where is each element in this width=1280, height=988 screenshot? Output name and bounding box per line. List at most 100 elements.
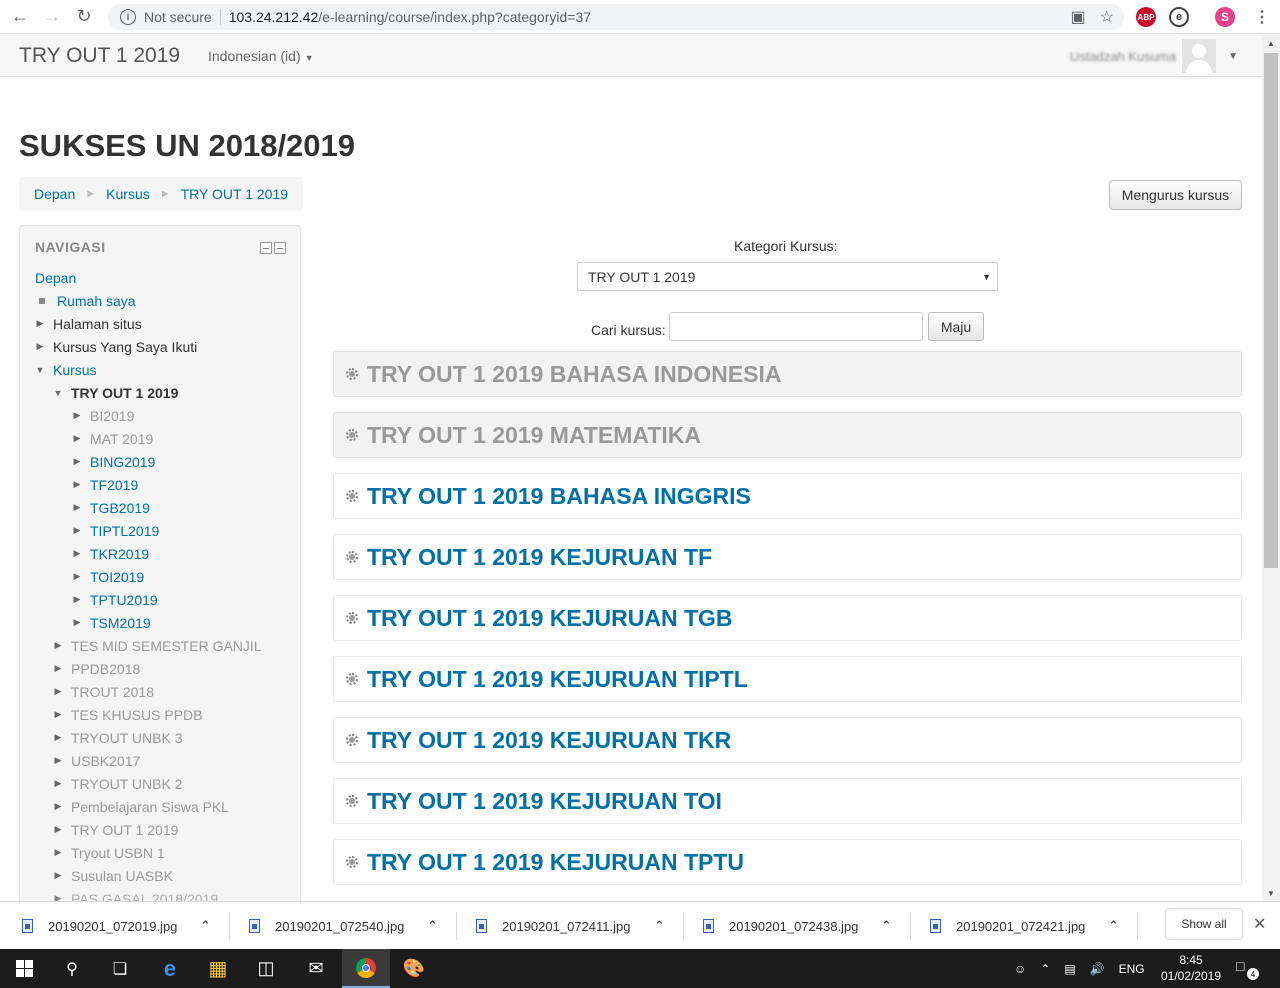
expand-arrow-icon[interactable]: ▶ xyxy=(35,318,45,329)
file-explorer-icon[interactable]: ▦ xyxy=(194,949,242,988)
expand-arrow-icon[interactable]: ▶ xyxy=(53,847,63,858)
chrome-taskbar-button[interactable] xyxy=(342,949,390,988)
expand-arrow-icon[interactable]: ▶ xyxy=(53,801,63,812)
course-search-input[interactable] xyxy=(669,312,923,341)
course-expand-icon[interactable] xyxy=(344,610,360,626)
action-center-icon[interactable]: □ 4 xyxy=(1236,958,1259,980)
expand-arrow-icon[interactable]: ▶ xyxy=(72,502,82,513)
nav-item[interactable]: ▶ BI2019 xyxy=(20,404,300,427)
breadcrumb-category[interactable]: TRY OUT 1 2019 xyxy=(181,186,288,202)
download-item[interactable]: 20190201_072421.jpg xyxy=(930,902,1085,950)
manage-courses-button[interactable]: Mengurus kursus xyxy=(1109,180,1242,210)
nav-item[interactable]: ▶ Pembelajaran Siswa PKL xyxy=(20,795,300,818)
expand-arrow-icon[interactable]: ▶ xyxy=(53,686,63,697)
close-downloads-icon[interactable]: ✕ xyxy=(1253,914,1266,934)
page-scrollbar[interactable]: ▲ ▼ xyxy=(1262,35,1280,901)
nav-item[interactable]: ▼ Kursus xyxy=(20,358,300,381)
download-item[interactable]: 20190201_072019.jpg xyxy=(22,902,177,950)
nav-item[interactable]: ▶ TRYOUT UNBK 2 xyxy=(20,772,300,795)
info-icon[interactable]: i xyxy=(120,9,136,25)
taskbar-clock[interactable]: 8:45 01/02/2019 xyxy=(1160,952,1222,984)
expand-arrow-icon[interactable]: ▶ xyxy=(53,732,63,743)
expand-arrow-icon[interactable]: ▶ xyxy=(72,548,82,559)
download-options-chevron-icon[interactable]: ⌃ xyxy=(881,902,892,950)
course-expand-icon[interactable] xyxy=(344,793,360,809)
edge-browser-icon[interactable]: e xyxy=(146,949,194,988)
nav-item[interactable]: ▶ TROUT 2018 xyxy=(20,680,300,703)
course-expand-icon[interactable] xyxy=(344,488,360,504)
volume-icon[interactable]: 🔊 xyxy=(1090,962,1105,976)
nav-item[interactable]: ▶ MAT 2019 xyxy=(20,427,300,450)
expand-arrow-icon[interactable]: ▶ xyxy=(53,755,63,766)
expand-arrow-icon[interactable]: ▶ xyxy=(53,824,63,835)
task-view-icon[interactable]: ❏ xyxy=(96,949,144,988)
course-expand-icon[interactable] xyxy=(344,671,360,687)
user-avatar[interactable] xyxy=(1182,39,1217,73)
expand-arrow-icon[interactable]: ▶ xyxy=(72,479,82,490)
download-options-chevron-icon[interactable]: ⌃ xyxy=(200,902,211,950)
dock-block-icon[interactable] xyxy=(274,242,286,254)
course-expand-icon[interactable] xyxy=(344,366,360,382)
input-language[interactable]: ENG xyxy=(1119,962,1145,976)
download-options-chevron-icon[interactable]: ⌃ xyxy=(654,902,665,950)
nav-item[interactable]: ▶ TIPTL2019 xyxy=(20,519,300,542)
show-all-downloads-button[interactable]: Show all xyxy=(1165,908,1243,940)
expand-arrow-icon[interactable]: ▶ xyxy=(72,617,82,628)
breadcrumb-home[interactable]: Depan xyxy=(34,186,75,202)
course-title-link[interactable]: TRY OUT 1 2019 BAHASA INGGRIS xyxy=(367,483,751,510)
expand-arrow-icon[interactable]: ▶ xyxy=(72,456,82,467)
scroll-thumb[interactable] xyxy=(1264,53,1278,568)
course-expand-icon[interactable] xyxy=(344,854,360,870)
browser-menu-icon[interactable]: ⋮ xyxy=(1252,7,1272,27)
download-item[interactable]: 20190201_072540.jpg xyxy=(249,902,404,950)
expand-arrow-icon[interactable]: ▶ xyxy=(53,663,63,674)
nav-item[interactable]: Depan xyxy=(20,266,300,289)
expand-arrow-icon[interactable]: ▶ xyxy=(53,640,63,651)
people-icon[interactable]: ☺ xyxy=(1014,962,1026,976)
translate-icon[interactable]: ▣ xyxy=(1071,7,1086,27)
nav-item[interactable]: ▶ TF2019 xyxy=(20,473,300,496)
expand-arrow-icon[interactable]: ▶ xyxy=(53,709,63,720)
nav-item[interactable]: ▶ TPTU2019 xyxy=(20,588,300,611)
course-expand-icon[interactable] xyxy=(344,427,360,443)
language-menu[interactable]: Indonesian (id) ▼ xyxy=(208,48,314,64)
nav-item[interactable]: ▶ TRY OUT 1 2019 xyxy=(20,818,300,841)
expand-arrow-icon[interactable]: ▶ xyxy=(53,778,63,789)
nav-item[interactable]: ▶ TSM2019 xyxy=(20,611,300,634)
address-bar[interactable]: i Not secure 103.24.212.42/e-learning/co… xyxy=(108,4,1124,30)
breadcrumb-courses[interactable]: Kursus xyxy=(106,186,150,202)
bookmark-star-icon[interactable]: ☆ xyxy=(1100,7,1114,27)
nav-item[interactable]: ▼ TRY OUT 1 2019 xyxy=(20,381,300,404)
scroll-down-icon[interactable]: ▼ xyxy=(1262,885,1280,901)
search-icon[interactable]: ⚲ xyxy=(48,949,96,988)
download-options-chevron-icon[interactable]: ⌃ xyxy=(427,902,438,950)
nav-item[interactable]: ▶ TES KHUSUS PPDB xyxy=(20,703,300,726)
course-title-link[interactable]: TRY OUT 1 2019 BAHASA INDONESIA xyxy=(367,361,782,388)
download-item[interactable]: 20190201_072438.jpg xyxy=(703,902,858,950)
nav-item[interactable]: ▶ PPDB2018 xyxy=(20,657,300,680)
course-title-link[interactable]: TRY OUT 1 2019 KEJURUAN TKR xyxy=(367,727,731,754)
search-go-button[interactable]: Maju xyxy=(928,312,984,341)
expand-arrow-icon[interactable]: ▶ xyxy=(72,571,82,582)
store-icon[interactable]: ◫ xyxy=(242,949,290,988)
course-title-link[interactable]: TRY OUT 1 2019 KEJURUAN TPTU xyxy=(367,849,744,876)
forward-icon[interactable]: → xyxy=(36,0,68,34)
download-options-chevron-icon[interactable]: ⌃ xyxy=(1108,902,1119,950)
reload-icon[interactable]: ↻ xyxy=(68,0,100,34)
course-expand-icon[interactable] xyxy=(344,549,360,565)
show-hidden-icons-icon[interactable]: ⌃ xyxy=(1040,962,1050,976)
course-title-link[interactable]: TRY OUT 1 2019 KEJURUAN TF xyxy=(367,544,712,571)
nav-item[interactable]: ▶ TKR2019 xyxy=(20,542,300,565)
nav-item[interactable]: ▶ TOI2019 xyxy=(20,565,300,588)
nav-item[interactable]: ▶ TGB2019 xyxy=(20,496,300,519)
course-title-link[interactable]: TRY OUT 1 2019 MATEMATIKA xyxy=(367,422,701,449)
nav-item[interactable]: ▶ Halaman situs xyxy=(20,312,300,335)
back-icon[interactable]: ← xyxy=(4,0,36,34)
user-menu-caret-icon[interactable]: ▼ xyxy=(1228,51,1238,62)
start-button[interactable] xyxy=(0,949,48,988)
course-expand-icon[interactable] xyxy=(344,732,360,748)
expand-arrow-icon[interactable]: ▶ xyxy=(72,410,82,421)
expand-arrow-icon[interactable]: ▶ xyxy=(72,594,82,605)
site-brand[interactable]: TRY OUT 1 2019 xyxy=(19,44,180,68)
extension-icon[interactable]: e xyxy=(1169,7,1189,27)
